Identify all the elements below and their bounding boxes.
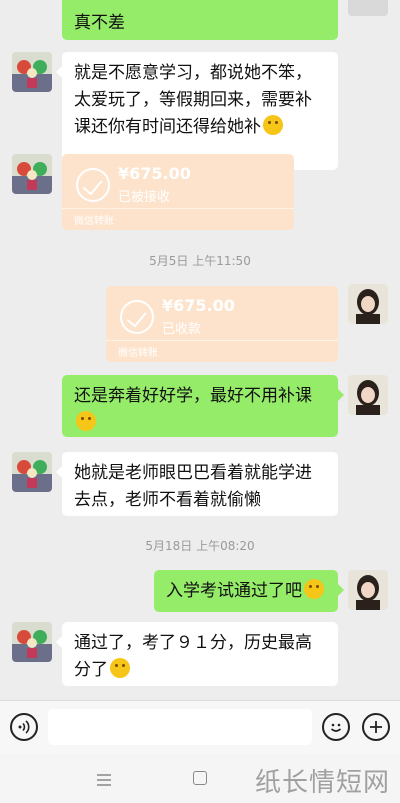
smile-emoji-icon [304,579,324,599]
message-bubble-sent[interactable]: 入学考试通过了吧 [154,570,344,612]
check-circle-icon [76,168,110,202]
plus-icon[interactable] [362,713,390,741]
system-nav-bar: 纸长情短网 [0,754,400,803]
message-bubble-received[interactable]: 她就是老师眼巴巴看着就能学进去点，老师不看着就偷懒 [56,452,338,516]
thinking-emoji-icon [263,115,283,135]
message-bubble-sent[interactable]: 还是奔着好好学，最好不用补课 [62,375,344,437]
message-bubble-received[interactable]: 就是不愿意学习，都说她不笨，太爱玩了，等假期回来，需要补课还你有时间还得给她补 [56,52,338,170]
check-circle-icon [120,300,154,334]
menu-icon[interactable] [96,772,112,786]
avatar-image [12,52,52,92]
message-text: 入学考试通过了吧 [166,581,302,601]
transfer-card-received[interactable]: ¥675.00 已被接收 微信转账 [62,154,294,230]
avatar-image [348,570,388,610]
avatar-contact[interactable] [12,452,52,492]
message-text: 还是奔着好好学，最好不用补课 [74,386,312,406]
transfer-footer: 微信转账 [118,348,158,359]
message-text: 通过了，考了９１分，历史最高分了 [74,633,312,680]
transfer-footer: 微信转账 [74,216,114,227]
watermark: 纸长情短网 [254,768,390,798]
timestamp: 5月5日 上午11:50 [149,254,251,268]
avatar-self[interactable] [348,375,388,415]
avatar-self[interactable] [348,570,388,610]
chat-input-bar [0,700,400,754]
emoji-icon[interactable] [322,713,350,741]
avatar-self[interactable] [348,0,388,16]
avatar-image [348,375,388,415]
transfer-card-sent[interactable]: ¥675.00 已收款 微信转账 [106,286,338,362]
home-icon[interactable] [193,771,207,785]
timestamp: 5月18日 上午08:20 [145,539,255,553]
laughing-emoji-icon [110,658,130,678]
avatar-contact[interactable] [12,52,52,92]
avatar-contact[interactable] [12,154,52,194]
avatar-image [12,452,52,492]
avatar-contact[interactable] [12,622,52,662]
avatar-image [12,622,52,662]
avatar-image [348,284,388,324]
message-bubble-sent-partial[interactable]: 真不差 [62,0,338,40]
avatar-self[interactable] [348,284,388,324]
message-text: 她就是老师眼巴巴看着就能学进去点，老师不看着就偷懒 [74,463,312,510]
transfer-amount: ¥675.00 [118,164,191,183]
avatar-image [12,154,52,194]
laughing-emoji-icon [76,411,96,431]
voice-icon[interactable] [10,713,38,741]
message-input[interactable] [48,709,312,745]
message-text: 真不差 [74,13,125,33]
transfer-status: 已收款 [162,322,202,337]
transfer-amount: ¥675.00 [162,296,235,315]
message-bubble-received[interactable]: 通过了，考了９１分，历史最高分了 [56,622,338,686]
transfer-status: 已被接收 [118,190,171,205]
